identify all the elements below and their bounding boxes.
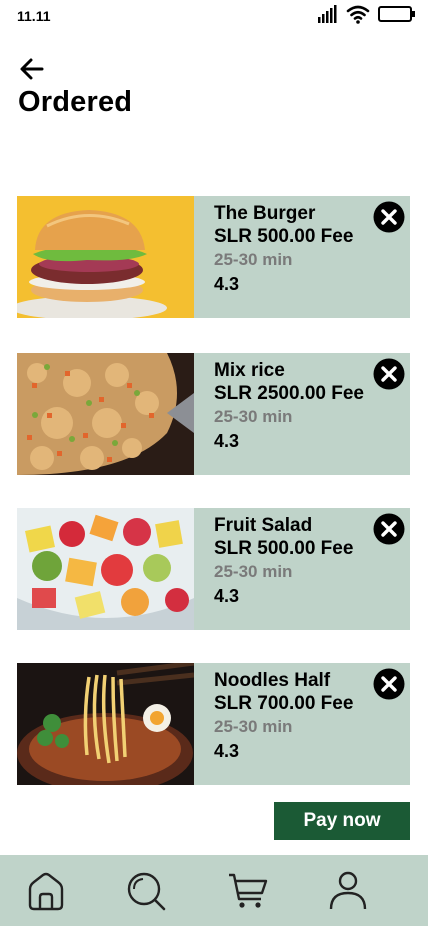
signal-icon [318,5,337,23]
food-price: SLR 2500.00 Fee [214,383,364,404]
arrow-left-icon [20,58,44,80]
pay-now-button[interactable]: Pay now [274,802,410,840]
food-price: SLR 700.00 Fee [214,693,354,714]
bottom-nav [0,855,428,926]
close-circle-icon [373,668,405,700]
food-image-burger [17,196,194,318]
order-card[interactable]: Noodles Half SLR 700.00 Fee 25-30 min 4.… [17,663,410,785]
nav-search[interactable] [126,871,166,911]
wifi-icon [346,5,370,24]
order-card[interactable]: The Burger SLR 500.00 Fee 25-30 min 4.3 [17,196,410,318]
remove-button[interactable] [373,668,405,700]
search-icon [127,872,166,911]
nav-cart[interactable] [228,871,268,911]
food-price: SLR 500.00 Fee [214,226,354,247]
food-rating: 4.3 [214,274,240,294]
remove-button[interactable] [373,358,405,390]
battery-icon [378,6,415,22]
remove-button[interactable] [373,513,405,545]
nav-profile[interactable] [328,871,368,911]
food-rating: 4.3 [214,741,240,761]
home-icon [28,872,64,911]
food-image-fried-rice [17,353,194,475]
food-name: Noodles Half [214,670,331,691]
food-name: Mix rice [214,360,285,381]
cart-icon [229,873,268,908]
close-circle-icon [373,513,405,545]
nav-home[interactable] [26,871,66,911]
status-icons [318,4,416,24]
order-card[interactable]: Mix rice SLR 2500.00 Fee 25-30 min 4.3 [17,353,410,475]
delivery-time: 25-30 min [214,562,293,581]
food-image-noodles [17,663,194,785]
delivery-time: 25-30 min [214,407,293,426]
remove-button[interactable] [373,201,405,233]
status-time: 11.11 [17,8,51,24]
status-bar: 11.11 [0,0,428,34]
delivery-time: 25-30 min [214,250,293,269]
food-name: The Burger [214,203,316,224]
close-circle-icon [373,201,405,233]
food-image-fruit-salad [17,508,194,630]
food-rating: 4.3 [214,431,240,451]
page-title: Ordered [18,86,133,118]
close-circle-icon [373,358,405,390]
profile-icon [329,871,367,910]
food-price: SLR 500.00 Fee [214,538,354,559]
back-button[interactable] [18,56,46,82]
delivery-time: 25-30 min [214,717,293,736]
food-name: Fruit Salad [214,515,313,536]
food-rating: 4.3 [214,586,240,606]
order-card[interactable]: Fruit Salad SLR 500.00 Fee 25-30 min 4.3 [17,508,410,630]
